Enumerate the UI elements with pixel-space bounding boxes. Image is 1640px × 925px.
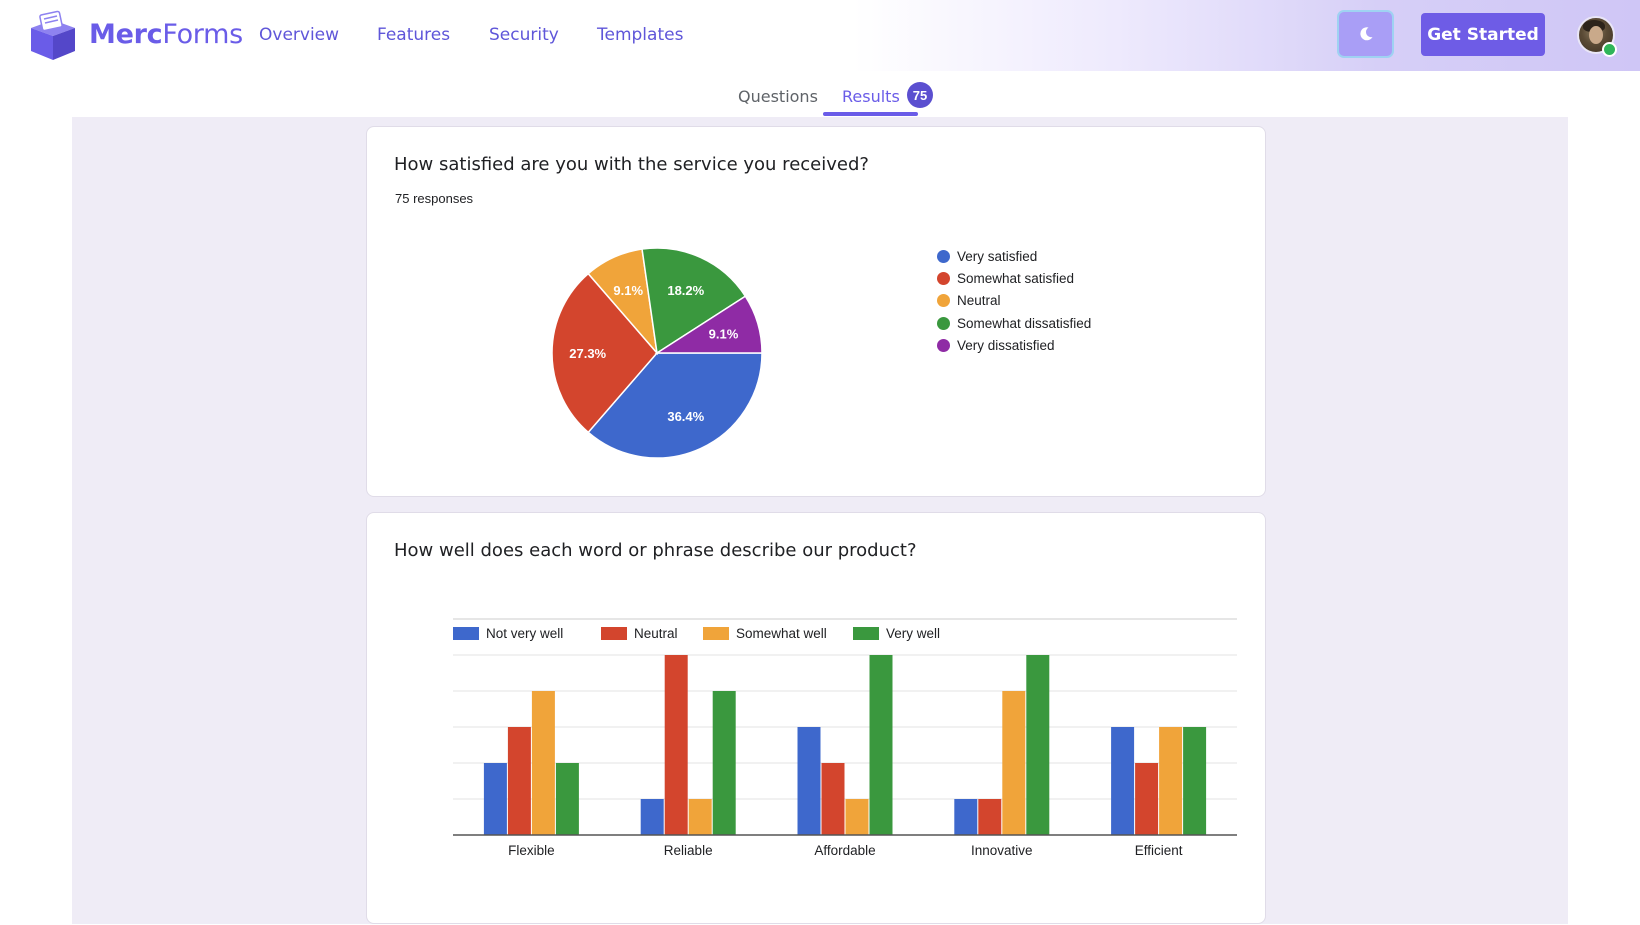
x-tick-label: Efficient xyxy=(1135,843,1183,858)
brand-name[interactable]: MercForms xyxy=(89,19,243,50)
legend-color-dot xyxy=(937,249,950,263)
active-tab-indicator xyxy=(823,112,918,116)
x-tick-label: Innovative xyxy=(971,843,1033,858)
bar[interactable] xyxy=(507,727,531,835)
legend-swatch xyxy=(703,627,729,640)
legend-label: Very satisfied xyxy=(957,248,1038,264)
bar[interactable] xyxy=(1159,727,1183,835)
avatar-face xyxy=(1589,26,1603,44)
legend-swatch xyxy=(453,627,479,640)
results-content: How satisfied are you with the service y… xyxy=(72,117,1568,924)
x-tick-label: Affordable xyxy=(814,843,875,858)
legend-label: Somewhat well xyxy=(736,626,827,641)
bar[interactable] xyxy=(869,655,893,835)
tabs-bar: Questions Results xyxy=(0,71,1640,117)
legend-color-dot xyxy=(937,294,950,308)
legend-label: Somewhat satisfied xyxy=(957,270,1075,286)
legend-label: Very dissatisfied xyxy=(957,337,1055,353)
x-tick-label: Flexible xyxy=(508,843,555,858)
response-count: 75 responses xyxy=(395,191,474,206)
bar[interactable] xyxy=(978,799,1002,835)
bar[interactable] xyxy=(1135,763,1159,835)
brand-name-bold: Merc xyxy=(89,19,163,50)
legend-item: Very dissatisfied xyxy=(937,334,1091,356)
x-tick-label: Reliable xyxy=(664,843,713,858)
brand-name-light: Forms xyxy=(162,19,243,50)
results-count-badge: 75 xyxy=(907,82,933,108)
bar[interactable] xyxy=(1026,655,1050,835)
nav-features[interactable]: Features xyxy=(377,25,450,45)
legend-color-dot xyxy=(937,316,950,330)
legend-label: Very well xyxy=(886,626,940,641)
question-title: How satisfied are you with the service y… xyxy=(394,154,869,175)
bar[interactable] xyxy=(483,763,507,835)
pie-slice-label: 18.2% xyxy=(667,283,704,298)
bar[interactable] xyxy=(640,799,664,835)
bar[interactable] xyxy=(1183,727,1207,835)
legend-swatch xyxy=(601,627,627,640)
bar[interactable] xyxy=(555,763,579,835)
pie-slice-label: 27.3% xyxy=(569,346,606,361)
legend-item: Somewhat dissatisfied xyxy=(937,312,1091,334)
bar[interactable] xyxy=(531,691,555,835)
legend-item: Somewhat satisfied xyxy=(937,267,1091,289)
bar[interactable] xyxy=(845,799,869,835)
pie-legend: Very satisfied Somewhat satisfied Neutral S… xyxy=(937,245,1091,356)
bar[interactable] xyxy=(1111,727,1135,835)
legend-label: Somewhat dissatisfied xyxy=(957,315,1092,331)
bar[interactable] xyxy=(712,691,736,835)
online-status-dot xyxy=(1602,42,1617,57)
legend-label: Neutral xyxy=(634,626,678,641)
bar[interactable] xyxy=(1002,691,1026,835)
bar-chart: Not very well Neutral Somewhat well Very we… xyxy=(453,618,1237,858)
legend-item: Very satisfied xyxy=(937,245,1091,267)
theme-toggle-button[interactable] xyxy=(1337,10,1394,58)
nav-security[interactable]: Security xyxy=(489,25,559,45)
question-card-satisfaction: How satisfied are you with the service y… xyxy=(366,126,1266,497)
pie-chart: 36.4% 27.3% 9.1% 18.2% 9.1% xyxy=(551,247,763,459)
legend-color-dot xyxy=(937,271,950,285)
pie-slice-label: 9.1% xyxy=(613,283,643,298)
bar[interactable] xyxy=(954,799,978,835)
tab-results[interactable]: Results xyxy=(842,87,900,106)
bar[interactable] xyxy=(664,655,688,835)
tab-questions[interactable]: Questions xyxy=(738,87,818,106)
nav-overview[interactable]: Overview xyxy=(259,25,339,45)
bar[interactable] xyxy=(821,763,845,835)
get-started-button[interactable]: Get Started xyxy=(1421,13,1545,56)
top-navbar: MercForms Overview Features Security Tem… xyxy=(0,0,1640,71)
legend-swatch xyxy=(853,627,879,640)
bar[interactable] xyxy=(688,799,712,835)
legend-label: Not very well xyxy=(486,626,563,641)
pie-slice-label: 36.4% xyxy=(667,409,704,424)
pie-slice-label: 9.1% xyxy=(709,326,739,341)
bar[interactable] xyxy=(797,727,821,835)
nav-templates[interactable]: Templates xyxy=(597,25,683,45)
legend-label: Neutral xyxy=(957,293,1001,309)
logo-box-icon xyxy=(31,10,75,60)
question-card-product-words: How well does each word or phrase descri… xyxy=(366,512,1266,924)
legend-item: Neutral xyxy=(937,290,1091,312)
legend-color-dot xyxy=(937,338,950,352)
moon-icon xyxy=(1359,27,1372,41)
